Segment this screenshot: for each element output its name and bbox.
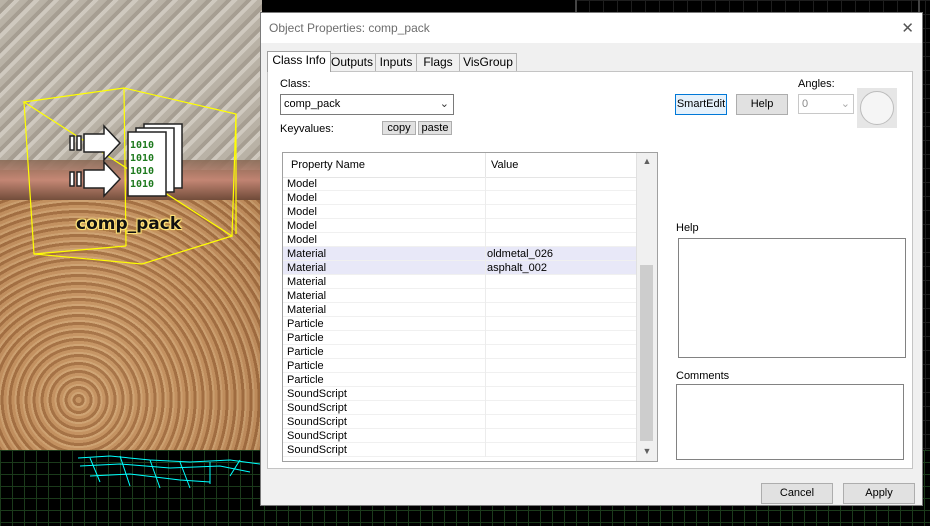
table-row[interactable]: Material bbox=[283, 289, 637, 303]
property-name: Particle bbox=[287, 374, 324, 386]
angles-value: 0 bbox=[802, 98, 809, 110]
property-name: SoundScript bbox=[287, 430, 347, 442]
column-header-value[interactable]: Value bbox=[491, 159, 518, 171]
binary-glyph-4: 1010 bbox=[130, 179, 154, 190]
smartedit-button[interactable]: SmartEdit bbox=[675, 94, 727, 115]
copy-button[interactable]: copy bbox=[382, 121, 416, 135]
property-name: SoundScript bbox=[287, 416, 347, 428]
grid-rows: Model Model Model Model Model Material ol… bbox=[283, 177, 637, 457]
property-name: Model bbox=[287, 178, 317, 190]
table-row[interactable]: Model bbox=[283, 177, 637, 191]
help-button[interactable]: Help bbox=[736, 94, 788, 115]
scroll-thumb[interactable] bbox=[640, 265, 653, 441]
property-value: asphalt_002 bbox=[487, 262, 547, 274]
table-row[interactable]: SoundScript bbox=[283, 415, 637, 429]
binary-glyph-3: 1010 bbox=[130, 166, 154, 177]
tab-visgroup[interactable]: VisGroup bbox=[459, 53, 517, 71]
property-name: Material bbox=[287, 290, 327, 302]
tab-inputs[interactable]: Inputs bbox=[375, 53, 417, 71]
table-row[interactable]: Particle bbox=[283, 359, 637, 373]
tab-class-info[interactable]: Class Info bbox=[267, 51, 331, 72]
dialog-title: Object Properties: comp_pack bbox=[269, 21, 430, 35]
table-row[interactable]: Model bbox=[283, 219, 637, 233]
property-name: Model bbox=[287, 234, 317, 246]
help-text-box bbox=[678, 238, 906, 358]
table-row[interactable]: Material asphalt_002 bbox=[283, 261, 637, 275]
angles-label: Angles: bbox=[798, 78, 835, 90]
close-icon[interactable]: ✕ bbox=[901, 19, 914, 37]
comments-label: Comments bbox=[676, 370, 730, 382]
tab-flags[interactable]: Flags bbox=[416, 53, 460, 71]
table-row[interactable]: SoundScript bbox=[283, 401, 637, 415]
apply-button[interactable]: Apply bbox=[843, 483, 915, 504]
dialog-title-bar[interactable]: Object Properties: comp_pack ✕ bbox=[261, 13, 922, 44]
cancel-button[interactable]: Cancel bbox=[761, 483, 833, 504]
table-row[interactable]: SoundScript bbox=[283, 443, 637, 457]
property-name: Material bbox=[287, 304, 327, 316]
wireframe-mesh bbox=[77, 455, 261, 489]
property-name: SoundScript bbox=[287, 388, 347, 400]
property-name: Model bbox=[287, 220, 317, 232]
chevron-down-icon: ⌄ bbox=[439, 98, 449, 110]
table-row[interactable]: Particle bbox=[283, 317, 637, 331]
chevron-down-icon: ⌄ bbox=[840, 98, 850, 110]
comp-pack-entity-icon[interactable]: 1010 1010 1010 1010 bbox=[66, 118, 186, 198]
class-dropdown[interactable]: comp_pack ⌄ bbox=[280, 94, 454, 115]
table-row[interactable]: SoundScript bbox=[283, 387, 637, 401]
property-name: Material bbox=[287, 262, 327, 274]
property-name: Material bbox=[287, 276, 327, 288]
property-name: SoundScript bbox=[287, 444, 347, 456]
property-name: Particle bbox=[287, 360, 324, 372]
grid-header: Property Name Value bbox=[283, 153, 637, 178]
help-box-label: Help bbox=[676, 222, 699, 234]
object-properties-dialog: Object Properties: comp_pack ✕ Class Inf… bbox=[260, 12, 923, 506]
property-name: Particle bbox=[287, 346, 324, 358]
keyvalues-grid: Property Name Value Model Model Model Mo… bbox=[282, 152, 658, 462]
angle-circle-icon bbox=[860, 91, 894, 125]
table-row[interactable]: Model bbox=[283, 233, 637, 247]
class-info-panel: Class: comp_pack ⌄ Keyvalues: copy paste… bbox=[267, 71, 913, 469]
angles-dial[interactable] bbox=[857, 88, 897, 128]
table-row[interactable]: Material bbox=[283, 303, 637, 317]
grid-scrollbar[interactable]: ▲ ▼ bbox=[636, 153, 657, 461]
3d-viewport[interactable]: 1010 1010 1010 1010 comp_pack bbox=[0, 0, 262, 450]
binary-glyph-1: 1010 bbox=[130, 140, 154, 151]
property-name: Model bbox=[287, 206, 317, 218]
paste-button[interactable]: paste bbox=[418, 121, 452, 135]
scroll-down-icon[interactable]: ▼ bbox=[637, 443, 657, 459]
class-label: Class: bbox=[280, 78, 311, 90]
tab-outputs[interactable]: Outputs bbox=[328, 53, 376, 71]
property-name: Model bbox=[287, 192, 317, 204]
keyvalues-label: Keyvalues: bbox=[280, 123, 334, 135]
column-header-property[interactable]: Property Name bbox=[291, 159, 365, 171]
comments-textarea[interactable] bbox=[676, 384, 904, 460]
table-row[interactable]: Particle bbox=[283, 331, 637, 345]
property-name: Particle bbox=[287, 318, 324, 330]
angles-dropdown[interactable]: 0 ⌄ bbox=[798, 94, 854, 114]
property-name: Material bbox=[287, 248, 327, 260]
scroll-up-icon[interactable]: ▲ bbox=[637, 153, 657, 169]
table-row[interactable]: SoundScript bbox=[283, 429, 637, 443]
property-value: oldmetal_026 bbox=[487, 248, 554, 260]
entity-label: comp_pack bbox=[76, 214, 182, 234]
table-row[interactable]: Model bbox=[283, 205, 637, 219]
binary-glyph-2: 1010 bbox=[130, 153, 154, 164]
property-name: Particle bbox=[287, 332, 324, 344]
table-row[interactable]: Model bbox=[283, 191, 637, 205]
class-value: comp_pack bbox=[284, 98, 341, 110]
property-name: SoundScript bbox=[287, 402, 347, 414]
table-row[interactable]: Material bbox=[283, 275, 637, 289]
table-row[interactable]: Particle bbox=[283, 345, 637, 359]
table-row[interactable]: Particle bbox=[283, 373, 637, 387]
table-row[interactable]: Material oldmetal_026 bbox=[283, 247, 637, 261]
